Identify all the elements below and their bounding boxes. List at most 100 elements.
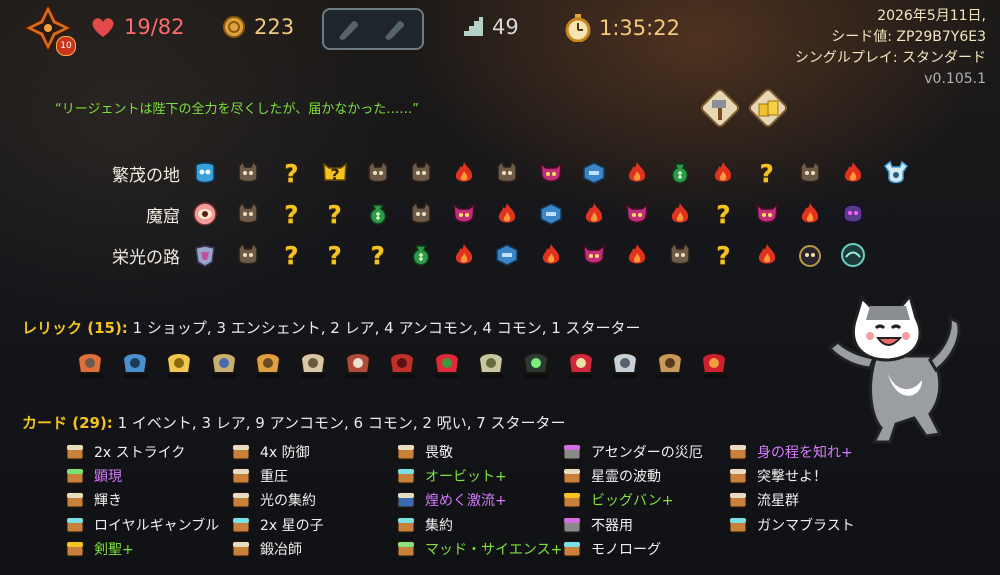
- card-entry[interactable]: アセンダーの災厄: [563, 440, 703, 464]
- treasure-room-icon[interactable]: [538, 201, 564, 227]
- elite-room-icon[interactable]: [797, 201, 823, 227]
- tuning-fork-relic-icon[interactable]: [607, 345, 643, 381]
- monster-room-icon[interactable]: [494, 160, 520, 186]
- unknown-elite-room-icon[interactable]: ?: [322, 160, 348, 186]
- elite-demon-room-icon[interactable]: [451, 201, 477, 227]
- card-entry[interactable]: 集約: [397, 513, 562, 537]
- boss-start-room-icon[interactable]: [192, 160, 218, 186]
- monster-room-icon[interactable]: [235, 242, 261, 268]
- monster-room-icon[interactable]: [797, 160, 823, 186]
- card-entry[interactable]: 剣聖+: [66, 537, 219, 561]
- newtons-cradle-relic-icon[interactable]: [473, 345, 509, 381]
- elite-room-icon[interactable]: [840, 160, 866, 186]
- card-entry[interactable]: 4x 防御: [232, 440, 324, 464]
- empty-potion-slot-icon[interactable]: [336, 18, 362, 40]
- card-entry[interactable]: 2x 星の子: [232, 513, 324, 537]
- elite-demon-room-icon[interactable]: [624, 201, 650, 227]
- chess-knight-relic-icon[interactable]: [652, 345, 688, 381]
- merchant-room-icon[interactable]: [365, 201, 391, 227]
- card-entry[interactable]: ガンマブラスト: [729, 513, 855, 537]
- elite-room-icon[interactable]: [494, 201, 520, 227]
- bone-horn-relic-icon[interactable]: [295, 345, 331, 381]
- unknown-room-icon[interactable]: ?: [710, 200, 736, 229]
- merchant-room-icon[interactable]: [667, 160, 693, 186]
- merchant-room-icon[interactable]: [408, 242, 434, 268]
- ember-rock-relic-icon[interactable]: [72, 345, 108, 381]
- card-column: 畏敬 オービット+ 煌めく激流+ 集約マッド・サイエンス+: [397, 440, 562, 561]
- elite-room-icon[interactable]: [581, 201, 607, 227]
- meat-on-bone-relic-icon[interactable]: [340, 345, 376, 381]
- monster-room-icon[interactable]: [667, 242, 693, 268]
- card-entry[interactable]: 鍛冶師: [232, 537, 324, 561]
- card-entry[interactable]: 顕現: [66, 464, 219, 488]
- elite-room-icon[interactable]: [754, 242, 780, 268]
- card-column: 2x ストライク 顕現 輝き ロイヤルギャンブル 剣聖+: [66, 440, 219, 561]
- boss-dark-room-icon[interactable]: [797, 242, 823, 268]
- boss-teal-room-icon[interactable]: [840, 242, 866, 268]
- monster-room-icon[interactable]: [365, 160, 391, 186]
- seed-value[interactable]: シード値: ZP29B7Y6E3: [795, 27, 986, 48]
- card-entry[interactable]: 光の集約: [232, 488, 324, 512]
- treasure-room-icon[interactable]: [581, 160, 607, 186]
- card-entry[interactable]: ロイヤルギャンブル: [66, 513, 219, 537]
- empty-potion-slot-icon[interactable]: [382, 18, 408, 40]
- character-portrait[interactable]: 10: [21, 1, 76, 56]
- eye-boss-room-icon[interactable]: [192, 201, 218, 227]
- elite-demon-room-icon[interactable]: [754, 201, 780, 227]
- card-entry[interactable]: 重圧: [232, 464, 324, 488]
- elite-room-icon[interactable]: [451, 242, 477, 268]
- strawberry-relic-icon[interactable]: [429, 345, 465, 381]
- elite-room-icon[interactable]: [538, 242, 564, 268]
- elite-room-icon[interactable]: [624, 242, 650, 268]
- elite-room-icon[interactable]: [667, 201, 693, 227]
- card-entry[interactable]: 星霊の波動: [563, 464, 703, 488]
- card-entry[interactable]: 突撃せよ！: [729, 464, 855, 488]
- card-entry[interactable]: 輝き: [66, 488, 219, 512]
- elite-demon-room-icon[interactable]: [581, 242, 607, 268]
- monster-room-icon[interactable]: [408, 160, 434, 186]
- red-mailbox-relic-icon[interactable]: [384, 345, 420, 381]
- red-potion-relic-icon[interactable]: [696, 345, 732, 381]
- monster-room-icon[interactable]: [408, 201, 434, 227]
- unknown-room-icon[interactable]: ?: [278, 241, 304, 270]
- unknown-room-icon[interactable]: ?: [278, 159, 304, 188]
- golden-bow-relic-icon[interactable]: [161, 345, 197, 381]
- card-entry[interactable]: 畏敬: [397, 440, 562, 464]
- monster-room-icon[interactable]: [235, 160, 261, 186]
- monster-room-icon[interactable]: [235, 201, 261, 227]
- card-entry[interactable]: 煌めく激流+: [397, 488, 562, 512]
- gold-badge-button[interactable]: [748, 88, 788, 128]
- hammer-badge-button[interactable]: [700, 88, 740, 128]
- elite-room-icon[interactable]: [624, 160, 650, 186]
- card-entry[interactable]: ビッグバン+: [563, 488, 703, 512]
- boss-purple-room-icon[interactable]: [840, 201, 866, 227]
- card-name: マッド・サイエンス+: [425, 541, 563, 558]
- unknown-room-icon[interactable]: ?: [322, 200, 348, 229]
- boss-room-icon[interactable]: [883, 160, 909, 186]
- elite-room-icon[interactable]: [451, 160, 477, 186]
- lantern-relic-icon[interactable]: [518, 345, 554, 381]
- unknown-room-icon[interactable]: ?: [754, 159, 780, 188]
- wing-boss-room-icon[interactable]: [192, 242, 218, 268]
- stairs-icon: [464, 17, 483, 36]
- hourglass-relic-icon[interactable]: [206, 345, 242, 381]
- unknown-room-icon[interactable]: ?: [365, 241, 391, 270]
- card-entry[interactable]: 2x ストライク: [66, 440, 219, 464]
- card-entry[interactable]: マッド・サイエンス+: [397, 537, 562, 561]
- card-rarity-icon: [232, 444, 250, 460]
- card-entry[interactable]: オービット+: [397, 464, 562, 488]
- unknown-room-icon[interactable]: ?: [710, 241, 736, 270]
- treasure-room-icon[interactable]: [494, 242, 520, 268]
- elite-demon-room-icon[interactable]: [538, 160, 564, 186]
- hp-display: 19/82: [90, 15, 185, 39]
- card-entry[interactable]: モノローグ: [563, 537, 703, 561]
- card-entry[interactable]: 不器用: [563, 513, 703, 537]
- red-scarf-relic-icon[interactable]: [563, 345, 599, 381]
- card-entry[interactable]: 流星群: [729, 488, 855, 512]
- unknown-room-icon[interactable]: ?: [322, 241, 348, 270]
- elite-room-icon[interactable]: [710, 160, 736, 186]
- orrery-relic-icon[interactable]: [250, 345, 286, 381]
- relics-title: レリック (15):: [22, 319, 128, 337]
- blue-chest-relic-icon[interactable]: [117, 345, 153, 381]
- unknown-room-icon[interactable]: ?: [278, 200, 304, 229]
